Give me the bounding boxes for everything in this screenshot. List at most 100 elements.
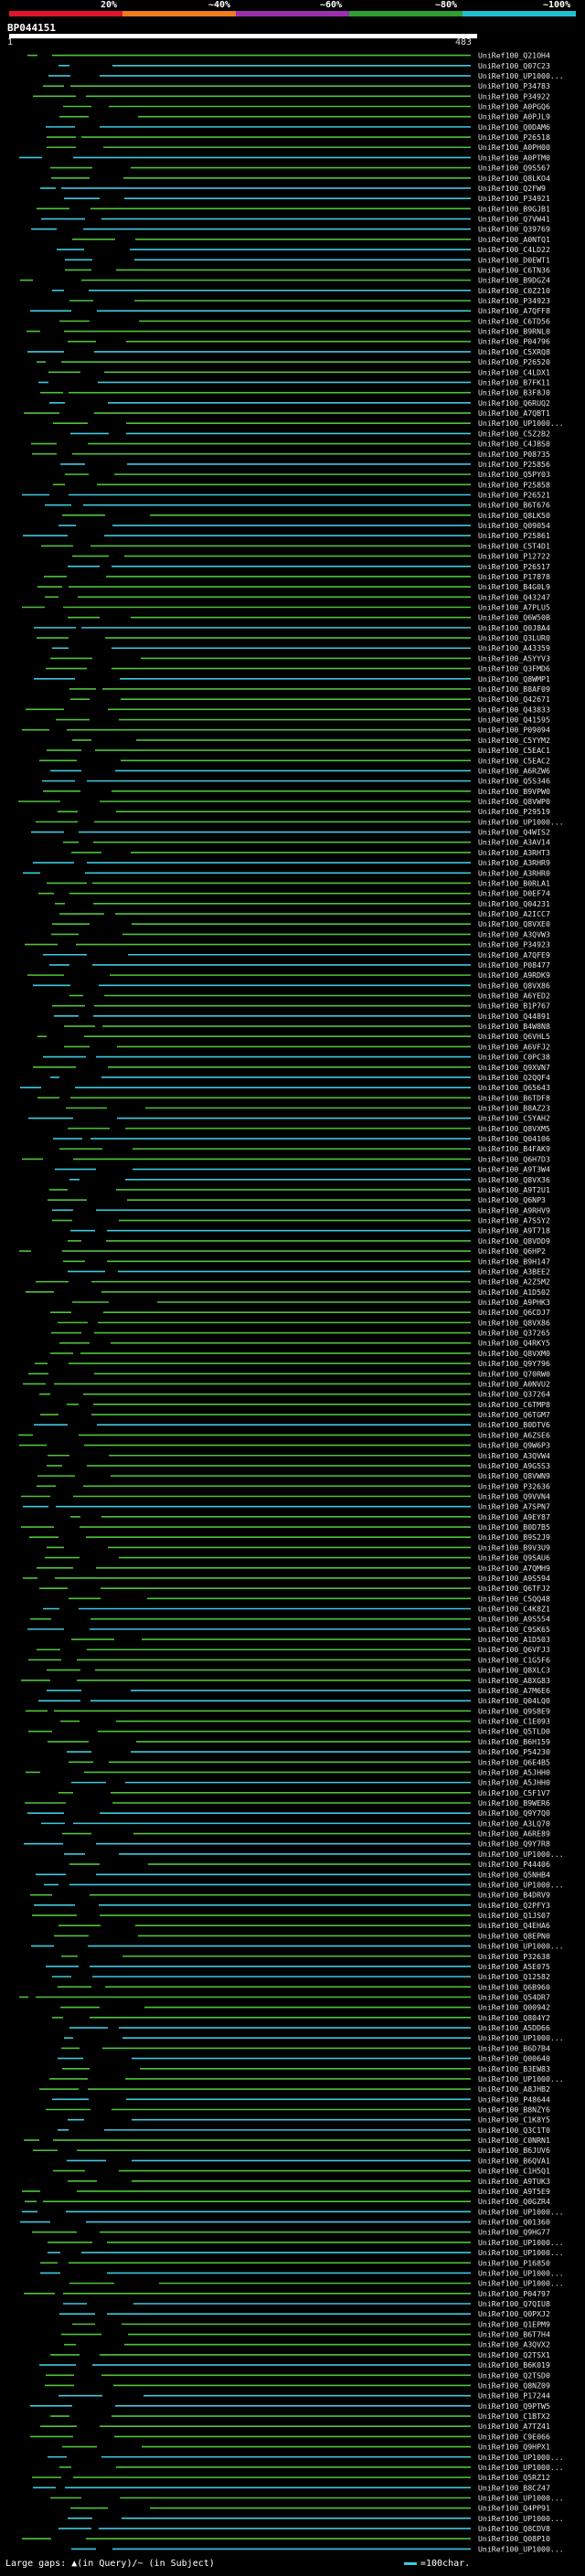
- hit-row[interactable]: UniRef100_Q9Y7R8: [24, 1839, 550, 1849]
- hit-row[interactable]: UniRef100_Q8LKO4: [51, 174, 550, 183]
- hit-label[interactable]: UniRef100_Q9Y7R8: [478, 1839, 550, 1849]
- hit-row[interactable]: UniRef100_Q43247: [45, 592, 550, 601]
- hit-label[interactable]: UniRef100_P17878: [478, 572, 550, 581]
- hit-row[interactable]: UniRef100_A9RHV9: [52, 1205, 550, 1214]
- hit-row[interactable]: UniRef100_B6D7B4: [61, 2043, 550, 2052]
- hit-row[interactable]: UniRef100_UP1000...: [53, 419, 564, 428]
- hit-row[interactable]: UniRef100_B8AF09: [69, 684, 550, 694]
- hit-row[interactable]: UniRef100_Q5RZ12: [32, 2473, 550, 2482]
- hit-label[interactable]: UniRef100_Q6TGM7: [478, 1410, 550, 1419]
- hit-label[interactable]: UniRef100_Q2TSD0: [478, 2370, 550, 2380]
- hit-row[interactable]: UniRef100_Q6TGM7: [40, 1410, 550, 1419]
- hit-label[interactable]: UniRef100_Q12582: [478, 1972, 550, 1981]
- hit-label[interactable]: UniRef100_Q804Y2: [478, 2013, 550, 2022]
- hit-label[interactable]: UniRef100_Q8VX86: [478, 1318, 550, 1327]
- hit-row[interactable]: UniRef100_P29519: [58, 807, 550, 816]
- hit-label[interactable]: UniRef100_C1H5Q1: [478, 2167, 550, 2176]
- hit-row[interactable]: UniRef100_A7S5Y2: [52, 1216, 550, 1225]
- hit-label[interactable]: UniRef100_A2ICC7: [478, 909, 550, 918]
- hit-label[interactable]: UniRef100_UP1000...: [478, 2268, 564, 2277]
- hit-label[interactable]: UniRef100_C1E093: [478, 1717, 550, 1726]
- hit-row[interactable]: UniRef100_UP1000...: [48, 2248, 564, 2257]
- hit-row[interactable]: UniRef100_B9WER6: [25, 1798, 550, 1807]
- hit-row[interactable]: UniRef100_B4DRV9: [30, 1891, 550, 1900]
- hit-label[interactable]: UniRef100_B9RNL0: [478, 327, 550, 336]
- hit-label[interactable]: UniRef100_Q1EPM9: [478, 2319, 550, 2328]
- hit-label[interactable]: UniRef100_A5JHH0: [478, 1767, 550, 1776]
- hit-label[interactable]: UniRef100_Q9HPX1: [478, 2443, 550, 2452]
- hit-label[interactable]: UniRef100_Q9Y796: [478, 1359, 550, 1368]
- hit-row[interactable]: UniRef100_P16850: [40, 2258, 550, 2267]
- hit-row[interactable]: UniRef100_C4JBS0: [31, 440, 550, 449]
- hit-label[interactable]: UniRef100_B6D7B4: [478, 2043, 550, 2052]
- hit-row[interactable]: UniRef100_A0PGQ6: [63, 102, 550, 111]
- hit-label[interactable]: UniRef100_Q8VXE0: [478, 919, 550, 928]
- hit-row[interactable]: UniRef100_Q07C23: [58, 61, 550, 70]
- hit-label[interactable]: UniRef100_Q2TSX1: [478, 2350, 550, 2359]
- hit-label[interactable]: UniRef100_P04796: [478, 337, 550, 346]
- hit-label[interactable]: UniRef100_A0PH00: [478, 143, 550, 152]
- hit-label[interactable]: UniRef100_UP1000...: [478, 2493, 564, 2502]
- hit-label[interactable]: UniRef100_A3BEE2: [478, 1267, 550, 1276]
- hit-row[interactable]: UniRef100_UP1000...: [71, 2544, 564, 2553]
- hit-label[interactable]: UniRef100_Q6RUQ2: [478, 398, 550, 408]
- hit-row[interactable]: UniRef100_A0PTM0: [19, 153, 550, 162]
- hit-label[interactable]: UniRef100_Q3LUR0: [478, 633, 550, 642]
- hit-row[interactable]: UniRef100_Q0PXJ2: [59, 2309, 550, 2318]
- hit-label[interactable]: UniRef100_UP1000...: [478, 1942, 564, 1951]
- hit-label[interactable]: UniRef100_A43359: [478, 643, 550, 652]
- hit-row[interactable]: UniRef100_Q37265: [51, 1329, 550, 1338]
- hit-row[interactable]: UniRef100_Q6VFJ3: [37, 1645, 550, 1654]
- hit-label[interactable]: UniRef100_A6ZSE6: [478, 1430, 550, 1439]
- hit-label[interactable]: UniRef100_B8NZY6: [478, 2105, 550, 2115]
- hit-row[interactable]: UniRef100_C5XRQ8: [27, 347, 550, 356]
- hit-label[interactable]: UniRef100_B3EW83: [478, 2064, 550, 2073]
- hit-row[interactable]: UniRef100_P25858: [53, 480, 550, 489]
- hit-label[interactable]: UniRef100_Q2QQF4: [478, 1073, 550, 1082]
- hit-row[interactable]: UniRef100_B9VPW0: [43, 787, 550, 796]
- hit-label[interactable]: UniRef100_A0NTQ1: [478, 235, 550, 244]
- hit-label[interactable]: UniRef100_B0D7B5: [478, 1522, 550, 1532]
- hit-row[interactable]: UniRef100_Q804Y2: [52, 2013, 550, 2022]
- hit-row[interactable]: UniRef100_C5F1V7: [58, 1788, 550, 1797]
- hit-label[interactable]: UniRef100_Q04LQ0: [478, 1696, 550, 1705]
- hit-label[interactable]: UniRef100_A1D502: [478, 1288, 550, 1297]
- hit-row[interactable]: UniRef100_Q4WIS2: [31, 828, 550, 837]
- hit-label[interactable]: UniRef100_Q37264: [478, 1390, 550, 1399]
- hit-row[interactable]: UniRef100_C4K8Z1: [43, 1605, 550, 1614]
- hit-row[interactable]: UniRef100_B6K019: [39, 2360, 550, 2369]
- hit-row[interactable]: UniRef100_Q9SAU6: [45, 1553, 550, 1563]
- hit-label[interactable]: UniRef100_C5EAC2: [478, 756, 550, 765]
- hit-row[interactable]: UniRef100_Q42671: [70, 694, 550, 704]
- hit-row[interactable]: UniRef100_A1D502: [26, 1288, 550, 1297]
- hit-label[interactable]: UniRef100_A0PGQ6: [478, 102, 550, 111]
- hit-row[interactable]: UniRef100_A8XG83: [21, 1676, 550, 1685]
- hit-label[interactable]: UniRef100_Q6TFJ2: [478, 1584, 550, 1593]
- hit-label[interactable]: UniRef100_Q41595: [478, 716, 550, 725]
- hit-row[interactable]: UniRef100_B6T676: [45, 501, 550, 510]
- hit-row[interactable]: UniRef100_A2Z5M2: [36, 1277, 550, 1287]
- hit-row[interactable]: UniRef100_P26517: [68, 562, 550, 571]
- hit-label[interactable]: UniRef100_A9G5S3: [478, 1461, 550, 1470]
- hit-label[interactable]: UniRef100_Q9HG77: [478, 2228, 550, 2237]
- hit-label[interactable]: UniRef100_UP1000...: [478, 2074, 564, 2083]
- hit-row[interactable]: UniRef100_Q65643: [20, 1083, 550, 1092]
- hit-label[interactable]: UniRef100_UP1000...: [478, 2514, 564, 2523]
- hit-row[interactable]: UniRef100_Q6TFJ2: [39, 1584, 550, 1593]
- hit-row[interactable]: UniRef100_P54230: [67, 1747, 550, 1756]
- hit-row[interactable]: UniRef100_C6TMP8: [67, 1400, 550, 1409]
- hit-row[interactable]: UniRef100_A7TZ41: [40, 2422, 550, 2431]
- hit-label[interactable]: UniRef100_C6TN36: [478, 265, 550, 274]
- hit-label[interactable]: UniRef100_UP1000...: [478, 1850, 564, 1859]
- hit-row[interactable]: UniRef100_Q8XLC3: [47, 1666, 550, 1675]
- hit-row[interactable]: UniRef100_Q04231: [55, 899, 550, 908]
- hit-row[interactable]: UniRef100_Q2TSD0: [46, 2370, 550, 2380]
- hit-row[interactable]: UniRef100_Q3C1T0: [58, 2125, 550, 2135]
- hit-label[interactable]: UniRef100_B4W8N8: [478, 1022, 550, 1031]
- hit-label[interactable]: UniRef100_A5DD66: [478, 2023, 550, 2032]
- hit-row[interactable]: UniRef100_A9G5S3: [47, 1461, 550, 1470]
- hit-row[interactable]: UniRef100_UP1000...: [31, 1942, 564, 1951]
- hit-row[interactable]: UniRef100_P08477: [49, 960, 550, 970]
- hit-row[interactable]: UniRef100_Q12582: [52, 1972, 550, 1981]
- hit-row[interactable]: UniRef100_Q7VW41: [41, 215, 550, 224]
